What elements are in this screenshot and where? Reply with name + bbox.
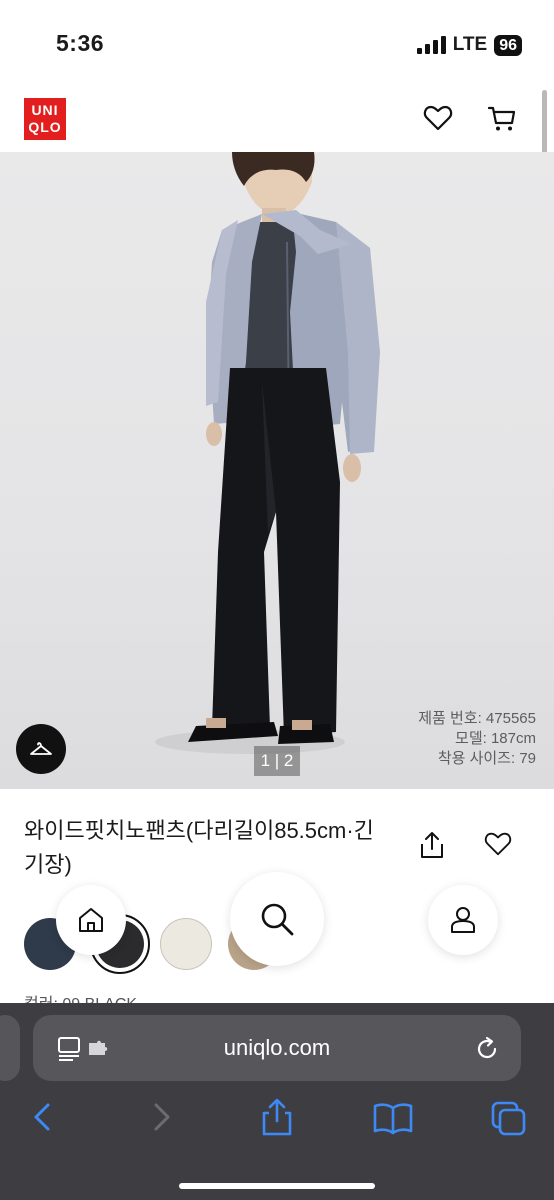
battery-indicator: 96: [494, 34, 522, 56]
browser-toolbar: uniqlo.com: [0, 1003, 554, 1200]
logo-line-2: QLO: [28, 119, 62, 135]
signal-icon: [416, 36, 446, 54]
share-icon[interactable]: [260, 1097, 294, 1137]
model-height: 모델: 187cm: [455, 730, 536, 747]
cart-icon[interactable]: [486, 102, 518, 134]
share-icon[interactable]: [418, 830, 446, 860]
heart-icon[interactable]: [483, 830, 513, 858]
user-icon: [451, 907, 475, 933]
model-size: 착용 사이즈: 79: [437, 750, 536, 767]
address-bar[interactable]: uniqlo.com: [33, 1015, 521, 1081]
status-time: 5:36: [56, 30, 105, 56]
product-image[interactable]: 1 | 2 제품 번호: 475565 모델: 187cm 착용 사이즈: 79: [0, 152, 554, 789]
url-text[interactable]: uniqlo.com: [33, 1015, 521, 1081]
status-bar: 5:36 LTE 96: [0, 0, 554, 74]
swatch-off-white[interactable]: [160, 918, 212, 970]
model-photo: [155, 152, 380, 754]
model-info: 제품 번호: 475565 모델: 187cm 착용 사이즈: 79: [418, 709, 536, 769]
forward-icon[interactable]: [148, 1102, 174, 1132]
fit-button[interactable]: [16, 724, 66, 774]
account-button[interactable]: [428, 885, 498, 955]
status-indicators: LTE 96: [416, 34, 522, 56]
reload-icon[interactable]: [473, 1035, 501, 1063]
back-icon[interactable]: [30, 1102, 56, 1132]
uniqlo-logo[interactable]: UNI QLO: [24, 98, 66, 140]
app-header: UNI QLO: [0, 74, 554, 152]
previous-tab-peek[interactable]: [0, 1015, 20, 1081]
search-icon: [261, 903, 294, 936]
home-indicator: [179, 1183, 375, 1189]
product-number: 제품 번호: 475565: [418, 710, 536, 727]
home-icon: [79, 908, 103, 932]
logo-line-1: UNI: [31, 102, 59, 118]
heart-icon[interactable]: [422, 102, 454, 134]
book-icon[interactable]: [372, 1101, 414, 1135]
home-button[interactable]: [56, 885, 126, 955]
tabs-icon[interactable]: [490, 1100, 528, 1138]
product-title: 와이드핏치노팬츠(다리길이85.5cm·긴기장): [24, 818, 374, 877]
hanger-icon: [30, 742, 52, 755]
image-pager: 1 | 2: [254, 746, 300, 776]
network-label: LTE: [452, 34, 488, 55]
search-button[interactable]: [230, 872, 324, 966]
